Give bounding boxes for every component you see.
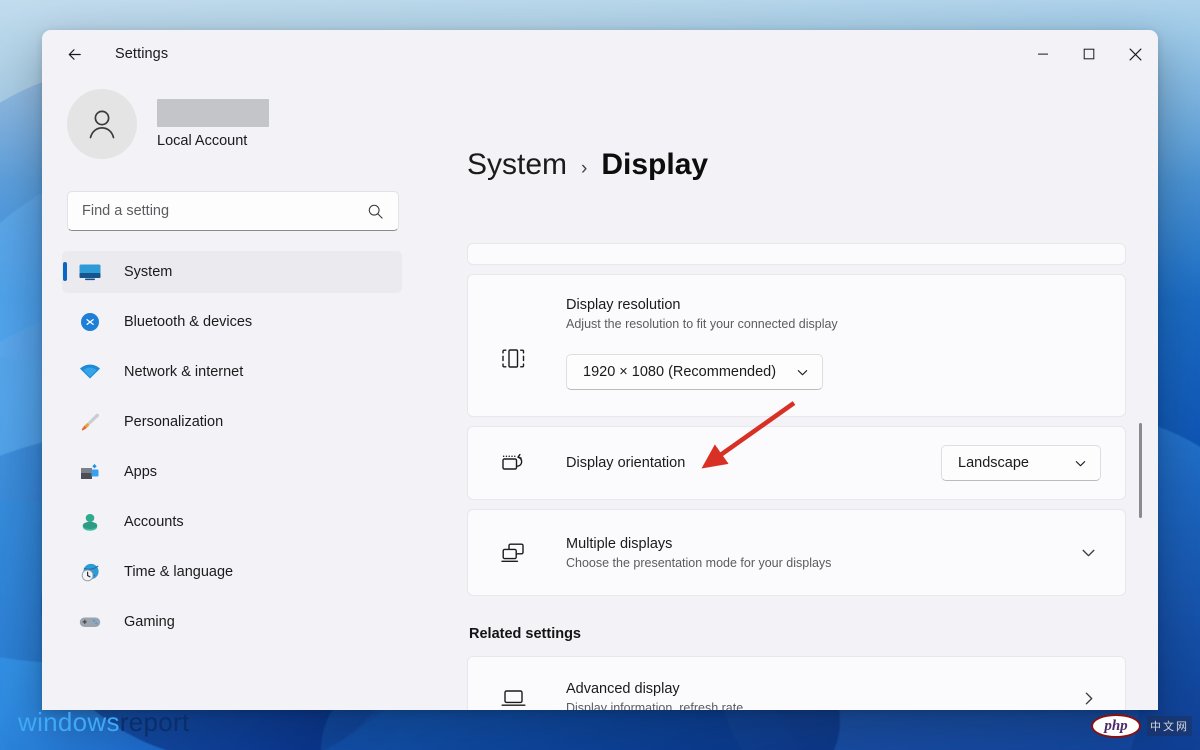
breadcrumb-parent[interactable]: System — [467, 148, 567, 182]
chevron-down-icon — [1080, 544, 1101, 561]
close-icon — [1129, 48, 1142, 61]
apps-icon — [77, 461, 103, 483]
chevron-right-icon — [1080, 690, 1101, 707]
bluetooth-icon — [77, 311, 103, 333]
minimize-icon — [1037, 48, 1049, 60]
sidebar-item-network-internet[interactable]: Network & internet — [62, 351, 402, 393]
laptop-display-icon — [492, 687, 534, 709]
display-orientation-card[interactable]: Display orientation Landscape — [467, 426, 1126, 500]
chevron-down-icon — [796, 366, 809, 379]
multiple-displays-expander[interactable] — [1080, 544, 1101, 561]
account-type-label: Local Account — [157, 133, 269, 149]
desktop-background: Settings — [0, 0, 1200, 750]
sidebar-item-time-language[interactable]: Time & language — [62, 551, 402, 593]
sidebar-item-gaming[interactable]: Gaming — [62, 601, 402, 643]
main-content: System › Display — [422, 78, 1158, 710]
maximize-icon — [1083, 48, 1095, 60]
breadcrumb-separator: › — [581, 158, 587, 180]
sidebar-item-personalization[interactable]: Personalization — [62, 401, 402, 443]
advanced-display-navigate[interactable] — [1080, 690, 1101, 707]
content-scrollbar[interactable] — [1136, 248, 1146, 700]
minimize-button[interactable] — [1020, 30, 1066, 78]
sidebar-item-label: Bluetooth & devices — [124, 314, 252, 330]
sidebar-item-label: System — [124, 264, 172, 280]
search-icon — [367, 203, 384, 220]
settings-window: Settings — [42, 30, 1158, 710]
multiple-displays-icon — [492, 541, 534, 565]
account-name-redacted — [157, 99, 269, 127]
orientation-dropdown[interactable]: Landscape — [941, 445, 1101, 481]
multiple-displays-text: Multiple displays Choose the presentatio… — [566, 536, 1080, 570]
window-controls — [1020, 30, 1158, 78]
sidebar-item-label: Gaming — [124, 614, 175, 630]
watermark-part-two: report — [120, 707, 190, 737]
window-body: Local Account — [42, 78, 1158, 710]
php-watermark: php 中文网 — [1091, 714, 1192, 738]
maximize-button[interactable] — [1066, 30, 1112, 78]
advanced-display-text: Advanced display Display information, re… — [566, 681, 1080, 710]
monitor-icon — [77, 261, 103, 283]
display-orientation-control: Landscape — [941, 445, 1101, 481]
sidebar: Local Account — [42, 78, 422, 710]
php-chinese-label: 中文网 — [1147, 716, 1192, 736]
display-orientation-text: Display orientation — [566, 455, 941, 471]
app-title: Settings — [115, 46, 168, 62]
advanced-display-title: Advanced display — [566, 681, 1080, 697]
sidebar-item-accounts[interactable]: Accounts — [62, 501, 402, 543]
watermark-part-one: windows — [18, 707, 120, 737]
account-info: Local Account — [157, 99, 269, 149]
sidebar-item-label: Network & internet — [124, 364, 243, 380]
display-resolution-card: Display resolution Adjust the resolution… — [467, 274, 1126, 417]
search-box[interactable] — [67, 191, 399, 231]
paintbrush-icon — [77, 411, 103, 433]
search-input[interactable] — [82, 203, 367, 219]
back-arrow-icon — [65, 45, 84, 64]
scale-layout-card-clipped[interactable] — [467, 243, 1126, 265]
wifi-icon — [77, 361, 103, 383]
sidebar-item-bluetooth-devices[interactable]: Bluetooth & devices — [62, 301, 402, 343]
sidebar-nav: System Bluetooth & devices — [62, 251, 402, 643]
display-orientation-title: Display orientation — [566, 455, 941, 471]
advanced-display-card[interactable]: Advanced display Display information, re… — [467, 656, 1126, 710]
accounts-icon — [77, 511, 103, 533]
windowsreport-watermark: windowsreport — [18, 707, 190, 738]
multiple-displays-subtitle: Choose the presentation mode for your di… — [566, 556, 1080, 570]
display-resolution-title: Display resolution — [566, 297, 1101, 313]
breadcrumb: System › Display — [467, 78, 1158, 182]
php-logo-icon: php — [1091, 714, 1141, 738]
scrollbar-thumb[interactable] — [1139, 423, 1142, 518]
sidebar-item-label: Apps — [124, 464, 157, 480]
resolution-dropdown[interactable]: 1920 × 1080 (Recommended) — [566, 354, 823, 390]
avatar — [67, 89, 137, 159]
display-resolution-subtitle: Adjust the resolution to fit your connec… — [566, 317, 1101, 331]
sidebar-item-label: Accounts — [124, 514, 184, 530]
multiple-displays-card[interactable]: Multiple displays Choose the presentatio… — [467, 509, 1126, 596]
display-resolution-body: Display resolution Adjust the resolution… — [566, 297, 1101, 390]
settings-scroll-area: Display resolution Adjust the resolution… — [467, 243, 1126, 710]
close-button[interactable] — [1112, 30, 1158, 78]
gamepad-icon — [77, 611, 103, 633]
sidebar-item-label: Time & language — [124, 564, 233, 580]
sidebar-item-label: Personalization — [124, 414, 223, 430]
back-button[interactable] — [57, 37, 91, 71]
resolution-dropdown-value: 1920 × 1080 (Recommended) — [583, 364, 776, 380]
account-block[interactable]: Local Account — [62, 78, 402, 170]
advanced-display-subtitle: Display information, refresh rate — [566, 701, 1080, 710]
chevron-down-icon — [1074, 457, 1087, 470]
display-orientation-icon — [492, 451, 534, 475]
multiple-displays-title: Multiple displays — [566, 536, 1080, 552]
clock-globe-icon — [77, 561, 103, 583]
sidebar-item-apps[interactable]: Apps — [62, 451, 402, 493]
related-settings-heading: Related settings — [469, 626, 1126, 642]
page-title: Display — [601, 148, 708, 182]
window-titlebar: Settings — [42, 30, 1158, 78]
sidebar-item-system[interactable]: System — [62, 251, 402, 293]
orientation-dropdown-value: Landscape — [958, 455, 1029, 471]
person-avatar-icon — [83, 105, 121, 143]
display-resolution-icon — [492, 297, 534, 390]
